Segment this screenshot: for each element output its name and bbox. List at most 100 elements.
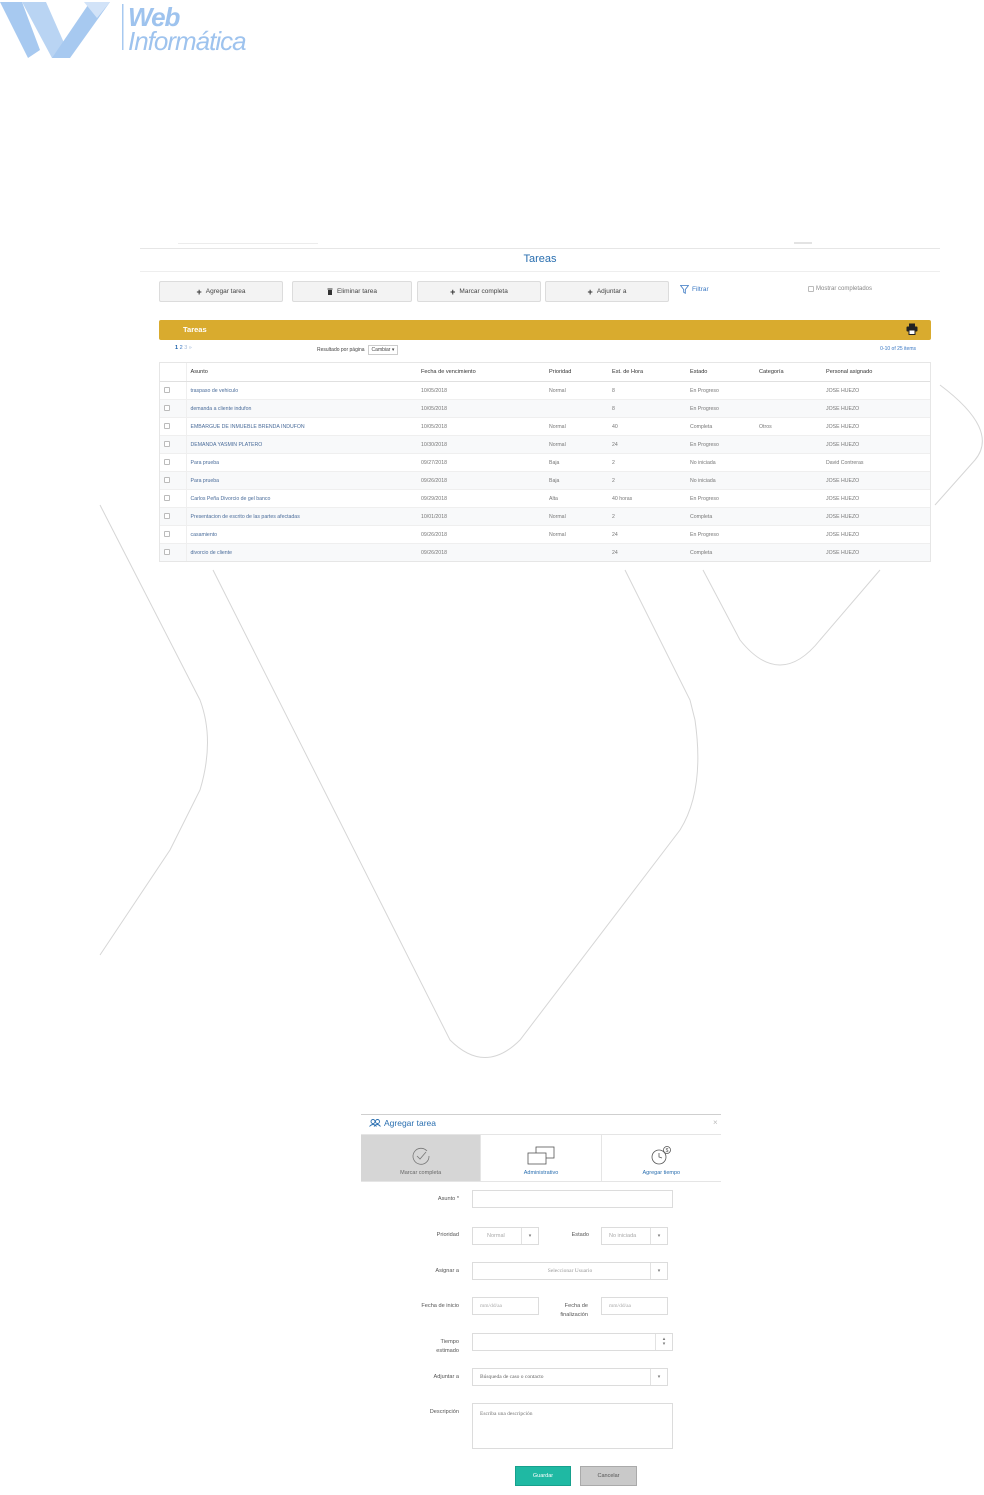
row-checkbox[interactable]	[164, 476, 170, 483]
row-checkbox[interactable]	[164, 458, 170, 465]
cell-est-hora: 2	[608, 507, 686, 526]
cancel-button[interactable]: Cancelar	[580, 1466, 637, 1486]
attach-to-button[interactable]: + Adjuntar a	[545, 281, 669, 302]
table-row[interactable]: casamiento 09/26/2018 Normal 24 En Progreso J…	[160, 525, 930, 544]
table-row[interactable]: EMBARGUE DE INMUEBLE BRENDA INDUFON 10/05…	[160, 417, 930, 436]
print-icon[interactable]	[906, 323, 918, 335]
mark-complete-button[interactable]: + Marcar completa	[417, 281, 541, 302]
cell-categoria	[755, 525, 822, 544]
cell-fecha-vencimiento: 10/01/2018	[417, 507, 545, 526]
column-header-asunto[interactable]: Asunto	[186, 363, 417, 382]
cell-asunto[interactable]: demanda a cliente indufon	[186, 399, 417, 418]
column-header-personal-asignado[interactable]: Personal asignado	[822, 363, 930, 382]
add-task-label: Agregar tarea	[205, 288, 246, 295]
spinner-arrows-icon[interactable]: ▴ ▾	[655, 1334, 672, 1350]
priority-select[interactable]: Normal ▾	[472, 1227, 539, 1245]
row-checkbox[interactable]	[164, 386, 170, 393]
show-completed-toggle[interactable]: Mostrar completados	[808, 286, 872, 292]
cell-est-hora: 8	[608, 399, 686, 418]
modal-title-text: Agregar tarea	[384, 1118, 436, 1128]
pagination: 1 2 3 »	[175, 345, 192, 351]
tab-add-time[interactable]: $ Agregar tiempo	[602, 1135, 721, 1181]
estimated-time-input[interactable]: ▴ ▾	[472, 1333, 673, 1351]
cell-fecha-vencimiento: 09/29/2018	[417, 489, 545, 508]
row-checkbox[interactable]	[164, 530, 170, 537]
show-completed-checkbox[interactable]	[808, 286, 814, 292]
cell-prioridad	[545, 543, 608, 561]
table-row[interactable]: Presentacion de escrito de las partes af…	[160, 507, 930, 526]
table-row[interactable]: Para prueba 09/26/2018 Baja 2 No iniciada JOS…	[160, 471, 930, 490]
column-header-est-hora[interactable]: Est. de Hora	[608, 363, 686, 382]
row-checkbox[interactable]	[164, 404, 170, 411]
cell-asunto[interactable]: traspaso de vehiculo	[186, 381, 417, 400]
modal-title: Agregar tarea	[369, 1118, 436, 1128]
svg-text:$: $	[666, 1148, 669, 1154]
row-select-cell	[160, 435, 187, 454]
save-button[interactable]: Guardar	[515, 1466, 571, 1486]
cell-asunto[interactable]: EMBARGUE DE INMUEBLE BRENDA INDUFON	[186, 417, 417, 436]
page-link-1[interactable]: 1	[175, 345, 178, 351]
table-row[interactable]: DEMANDA YASMIN PLATERO 10/30/2018 Normal 24…	[160, 435, 930, 454]
per-page-select[interactable]: Cambiar ▾	[367, 345, 399, 355]
column-header-fecha-vencimiento[interactable]: Fecha de vencimiento	[417, 363, 545, 382]
row-checkbox[interactable]	[164, 494, 170, 501]
table-row[interactable]: Carlos Peña Divorcio de gel banco 09/29/2…	[160, 489, 930, 508]
page-link-3[interactable]: 3	[184, 345, 187, 351]
cell-asunto[interactable]: Presentacion de escrito de las partes af…	[186, 507, 417, 526]
cell-fecha-vencimiento: 10/05/2018	[417, 417, 545, 436]
assign-user-select[interactable]: Seleccionar Usuario ▾	[472, 1262, 668, 1280]
cell-personal-asignado: JOSE HUEZO	[822, 399, 930, 418]
start-date-input[interactable]: mm/dd/aa	[472, 1297, 539, 1315]
delete-task-button[interactable]: Eliminar tarea	[292, 281, 412, 302]
row-checkbox[interactable]	[164, 548, 170, 555]
cell-categoria	[755, 453, 822, 472]
cell-asunto[interactable]: Para prueba	[186, 453, 417, 472]
row-checkbox[interactable]	[164, 512, 170, 519]
table-header-row: Asunto Fecha de vencimiento Prioridad Es…	[160, 363, 930, 382]
attach-to-select[interactable]: Búsqueda de caso o contacto ▾	[472, 1368, 668, 1386]
row-select-cell	[160, 543, 187, 561]
table-row[interactable]: demanda a cliente indufon 10/05/2018 8 En P…	[160, 399, 930, 418]
cell-categoria	[755, 399, 822, 418]
cell-asunto[interactable]: casamiento	[186, 525, 417, 544]
estimated-time-label-line2: estimado	[436, 1348, 459, 1354]
table-row[interactable]: divorcio de cliente 09/26/2018 24 Completa J…	[160, 543, 930, 561]
table-row[interactable]: traspaso de vehiculo 10/05/2018 Normal 8 En …	[160, 381, 930, 400]
column-header-categoria[interactable]: Categoría	[755, 363, 822, 382]
page-link-2[interactable]: 2	[180, 345, 183, 351]
tab-administrative[interactable]: Administrativo	[481, 1135, 602, 1181]
column-header-estado[interactable]: Estado	[686, 363, 755, 382]
cell-prioridad: Normal	[545, 507, 608, 526]
row-select-cell	[160, 471, 187, 490]
plus-icon: +	[587, 286, 593, 297]
filter-link[interactable]: Filtrar	[680, 285, 709, 294]
cell-asunto[interactable]: DEMANDA YASMIN PLATERO	[186, 435, 417, 454]
table-row[interactable]: Para prueba 09/27/2018 Baja 2 No iniciada Dav…	[160, 453, 930, 472]
cell-categoria	[755, 543, 822, 561]
cell-est-hora: 24	[608, 435, 686, 454]
status-value: No iniciada	[609, 1233, 637, 1239]
per-page-label: Resultado por página	[317, 347, 365, 353]
cell-fecha-vencimiento: 10/05/2018	[417, 399, 545, 418]
description-textarea[interactable]	[472, 1403, 673, 1449]
cell-personal-asignado: JOSE HUEZO	[822, 489, 930, 508]
tasks-panel-title: Tareas	[183, 325, 207, 334]
check-circle-icon	[412, 1147, 430, 1165]
column-header-prioridad[interactable]: Prioridad	[545, 363, 608, 382]
row-checkbox[interactable]	[164, 440, 170, 447]
cell-asunto[interactable]: divorcio de cliente	[186, 543, 417, 561]
items-range: 0-10 of 25 items	[880, 346, 916, 352]
add-task-button[interactable]: + Agregar tarea	[159, 281, 283, 302]
subject-input[interactable]	[472, 1190, 673, 1208]
cell-personal-asignado: JOSE HUEZO	[822, 381, 930, 400]
cell-fecha-vencimiento: 10/05/2018	[417, 381, 545, 400]
end-date-input[interactable]: mm/dd/aa	[601, 1297, 668, 1315]
row-checkbox[interactable]	[164, 422, 170, 429]
modal-close-button[interactable]: ×	[713, 1118, 718, 1127]
logo-text-informatica: Informática	[128, 26, 247, 56]
status-select[interactable]: No iniciada ▾	[601, 1227, 668, 1245]
cell-asunto[interactable]: Para prueba	[186, 471, 417, 490]
tab-mark-complete[interactable]: Marcar completa	[361, 1135, 482, 1181]
page-next-link[interactable]: »	[189, 345, 192, 351]
cell-asunto[interactable]: Carlos Peña Divorcio de gel banco	[186, 489, 417, 508]
